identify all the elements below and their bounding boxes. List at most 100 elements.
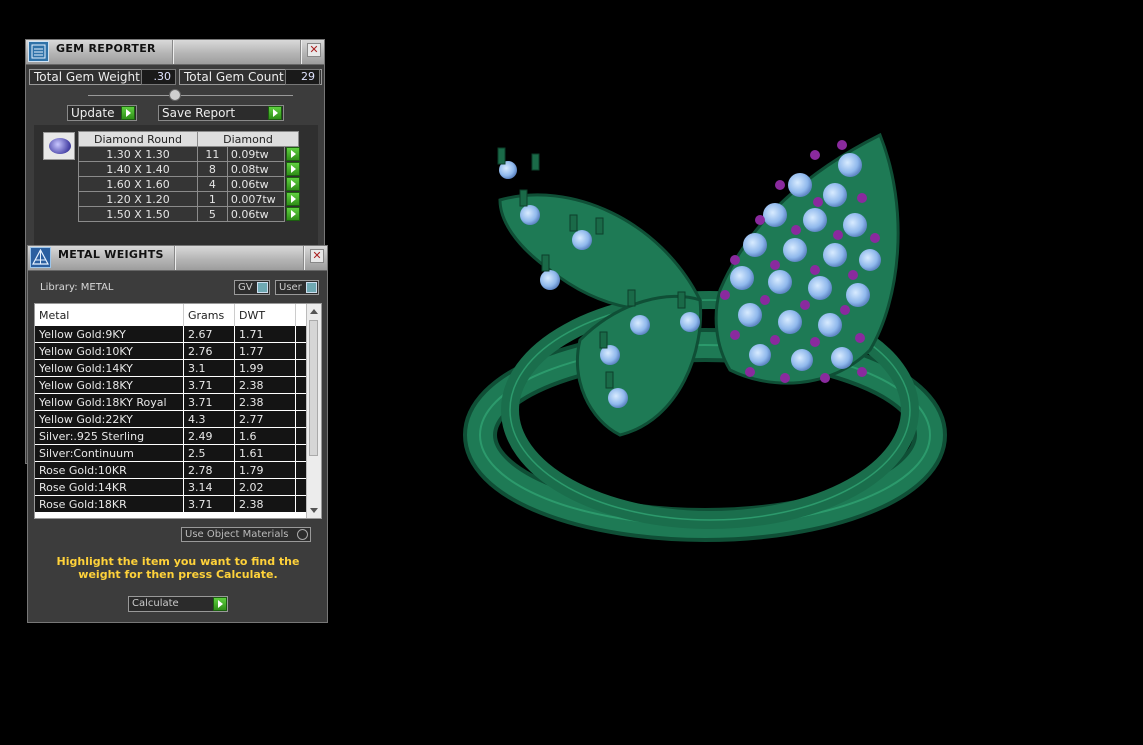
gem-row-go[interactable]: [285, 206, 301, 222]
stone: [778, 310, 802, 334]
empty-cell: [295, 444, 307, 462]
metal-table-header: Metal Grams DWT: [35, 304, 307, 326]
metal-grams: 2.5: [183, 444, 235, 462]
scroll-up-icon[interactable]: [310, 309, 318, 314]
gem-reporter-icon: [28, 41, 49, 62]
save-report-button[interactable]: Save Report: [158, 105, 284, 121]
table-row[interactable]: Yellow Gold:18KY Royal 3.71 2.38: [35, 393, 307, 411]
close-icon[interactable]: ✕: [310, 249, 324, 263]
toggle-indicator: [257, 282, 268, 293]
diamond-shape: [49, 138, 71, 154]
table-row[interactable]: Silver:Continuum 2.5 1.61: [35, 444, 307, 462]
go-icon[interactable]: [286, 161, 301, 176]
gem-reporter-titlebar[interactable]: GEM REPORTER ✕: [26, 40, 324, 65]
3d-viewport[interactable]: [430, 110, 990, 590]
metal-name: Yellow Gold:9KY: [35, 326, 184, 343]
stone: [859, 249, 881, 271]
column-header-metal[interactable]: Metal: [35, 304, 184, 326]
go-icon[interactable]: [286, 176, 301, 191]
column-header-grams[interactable]: Grams: [183, 304, 235, 326]
close-icon[interactable]: ✕: [307, 43, 321, 57]
update-button-label: Update: [71, 106, 115, 120]
metal-list-scrollbar[interactable]: [306, 304, 321, 518]
table-row[interactable]: Yellow Gold:14KY 3.1 1.99: [35, 359, 307, 377]
prong: [857, 193, 867, 203]
empty-cell: [295, 376, 307, 394]
gem-weight: 0.08tw: [226, 161, 286, 177]
table-row[interactable]: Rose Gold:14KR 3.14 2.02: [35, 478, 307, 496]
go-icon[interactable]: [286, 147, 301, 161]
column-header-dwt[interactable]: DWT: [234, 304, 296, 326]
table-row[interactable]: Rose Gold:10KR 2.78 1.79: [35, 461, 307, 479]
titlebar-divider: [172, 40, 174, 64]
radio-icon[interactable]: [297, 529, 308, 540]
table-row[interactable]: Yellow Gold:9KY 2.67 1.71: [35, 326, 307, 343]
user-toggle[interactable]: User: [275, 280, 319, 295]
prong: [497, 147, 506, 165]
prong: [595, 217, 604, 235]
metal-dwt: 1.6: [234, 427, 296, 445]
table-row[interactable]: Yellow Gold:22KY 4.3 2.77: [35, 410, 307, 428]
go-icon[interactable]: [286, 206, 301, 221]
gem-row-go[interactable]: [285, 191, 301, 207]
gem-count: 11: [197, 146, 228, 162]
prong: [840, 305, 850, 315]
diamond-gem-icon: [43, 132, 75, 160]
metal-grams: 4.3: [183, 410, 235, 428]
metal-grams: 3.71: [183, 376, 235, 394]
prong: [627, 289, 636, 307]
metal-weights-titlebar[interactable]: METAL WEIGHTS ✕: [28, 246, 327, 271]
prong: [780, 373, 790, 383]
go-icon[interactable]: [286, 191, 301, 206]
prong: [730, 255, 740, 265]
gem-row-go[interactable]: [285, 161, 301, 177]
stone: [520, 205, 540, 225]
table-row[interactable]: Silver:.925 Sterling 2.49 1.6: [35, 427, 307, 445]
prong: [541, 254, 550, 272]
gem-row-go[interactable]: [285, 147, 301, 162]
gem-group: Diamond Round Diamond 1.30 X 1.30 11 0.0…: [34, 125, 318, 245]
metal-dwt: 2.38: [234, 376, 296, 394]
titlebar-divider: [303, 246, 305, 270]
prong: [820, 373, 830, 383]
update-go-icon[interactable]: [121, 106, 135, 120]
table-row[interactable]: Yellow Gold:18KY 3.71 2.38: [35, 376, 307, 394]
prong: [810, 150, 820, 160]
butterfly-ring-render: [463, 132, 947, 542]
stone: [608, 388, 628, 408]
stone: [846, 283, 870, 307]
metal-grams: 2.49: [183, 427, 235, 445]
gem-row[interactable]: 1.20 X 1.20 1 0.007tw: [78, 191, 301, 207]
gem-row[interactable]: 1.40 X 1.40 8 0.08tw: [78, 161, 301, 177]
empty-cell: [295, 478, 307, 496]
prong: [848, 270, 858, 280]
table-row[interactable]: Rose Gold:18KR 3.71 2.38: [35, 495, 307, 513]
metal-dwt: 1.99: [234, 359, 296, 377]
scroll-down-icon[interactable]: [310, 508, 318, 513]
prong: [770, 260, 780, 270]
prong: [810, 337, 820, 347]
metal-dwt: 1.77: [234, 342, 296, 360]
metal-list[interactable]: Metal Grams DWT Yellow Gold:9KY 2.67 1.71 …: [34, 303, 322, 519]
gem-row[interactable]: 1.60 X 1.60 4 0.06tw: [78, 176, 301, 192]
gem-count: 8: [197, 161, 228, 177]
save-report-go-icon[interactable]: [268, 106, 282, 120]
stone: [788, 173, 812, 197]
gem-row[interactable]: 1.30 X 1.30 11 0.09tw: [78, 146, 301, 162]
prong: [855, 333, 865, 343]
gem-row-go[interactable]: [285, 176, 301, 192]
gv-toggle-label: GV: [238, 282, 253, 293]
scroll-thumb[interactable]: [309, 320, 318, 456]
gem-row[interactable]: 1.50 X 1.50 5 0.06tw: [78, 206, 301, 222]
slider-handle[interactable]: [169, 89, 181, 101]
metal-dwt: 2.38: [234, 495, 296, 513]
calculate-go-icon[interactable]: [213, 597, 227, 611]
prong: [720, 290, 730, 300]
gv-toggle[interactable]: GV: [234, 280, 270, 295]
use-object-materials-option[interactable]: Use Object Materials: [181, 527, 311, 542]
slider-track: [88, 95, 293, 96]
table-row[interactable]: Yellow Gold:10KY 2.76 1.77: [35, 342, 307, 360]
stone: [818, 313, 842, 337]
stone: [680, 312, 700, 332]
metal-dwt: 1.71: [234, 326, 296, 343]
